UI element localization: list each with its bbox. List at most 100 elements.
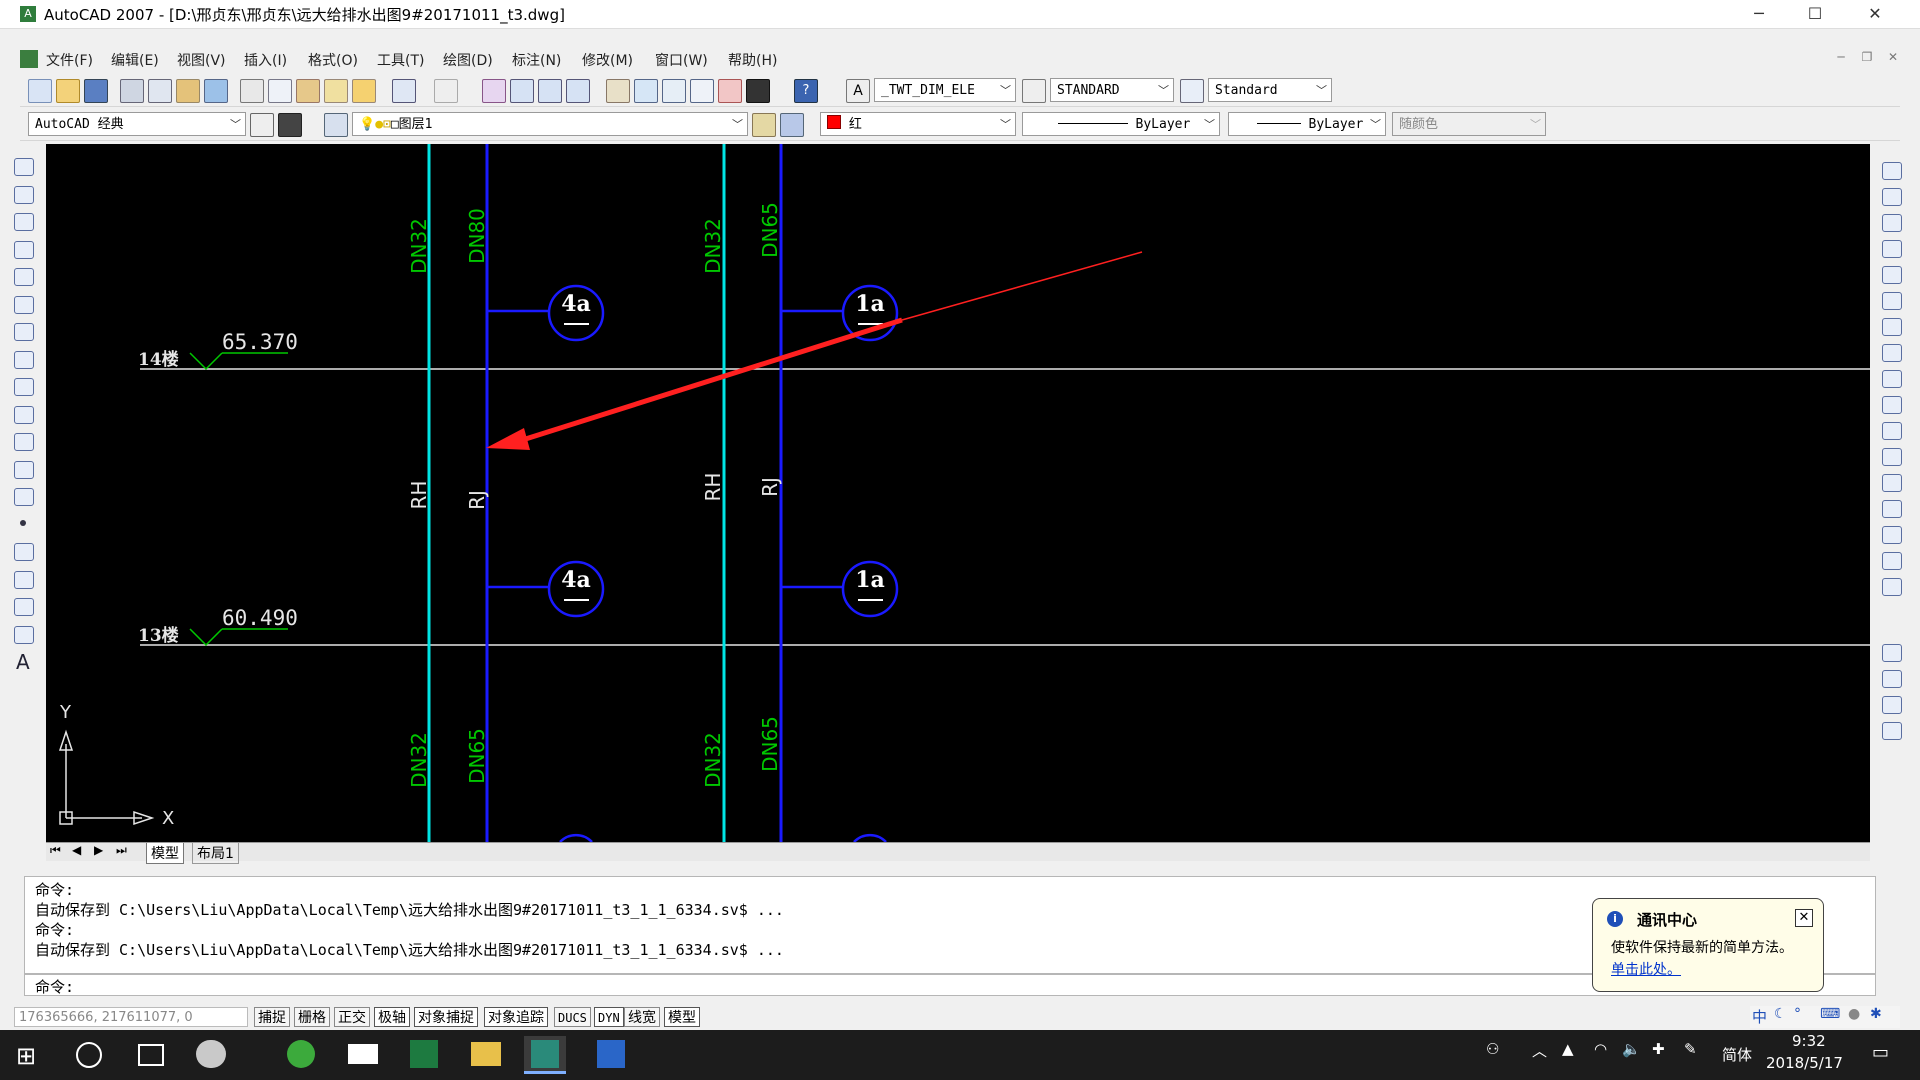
notification-icon[interactable]: ▭ (1872, 1042, 1889, 1063)
text-style-icon[interactable]: A (846, 79, 870, 103)
bring-above-icon[interactable] (1882, 696, 1902, 714)
layer-select[interactable]: 💡●⊡□图层1 ﹀ (352, 112, 748, 136)
design-center-icon[interactable] (634, 79, 658, 103)
send-under-icon[interactable] (1882, 722, 1902, 740)
menu-draw[interactable]: 绘图(D) (443, 50, 493, 70)
ortho-toggle[interactable]: 正交 (334, 1007, 370, 1027)
layer-manager-icon[interactable] (324, 113, 348, 137)
taskbar-autocad-active[interactable] (524, 1036, 566, 1074)
properties-icon[interactable] (606, 79, 630, 103)
offset-icon[interactable] (1882, 240, 1902, 258)
mirror-icon[interactable] (1882, 214, 1902, 232)
ime-halfwidth-icon[interactable]: ☾ (1774, 1006, 1787, 1022)
undo-icon[interactable] (392, 79, 416, 103)
copy-icon[interactable] (268, 79, 292, 103)
make-layer-current-icon[interactable] (752, 113, 776, 137)
ime-punctuation-icon[interactable]: ° (1794, 1006, 1801, 1022)
menu-view[interactable]: 视图(V) (177, 50, 226, 70)
otrack-toggle[interactable]: 对象追踪 (484, 1007, 548, 1027)
task-view-icon[interactable] (138, 1044, 164, 1066)
doc-minimize-button[interactable]: ─ (1830, 50, 1852, 68)
erase-icon[interactable] (1882, 162, 1902, 180)
extend-icon[interactable] (1882, 422, 1902, 440)
tray-overflow-icon[interactable]: ︿ (1532, 1040, 1547, 1061)
dim-style-icon[interactable] (1022, 79, 1046, 103)
zoom-realtime-icon[interactable] (510, 79, 534, 103)
balloon-link[interactable]: 单击此处。 (1611, 959, 1681, 979)
copy-object-icon[interactable] (1882, 188, 1902, 206)
gradient-icon[interactable] (14, 571, 34, 589)
menu-tools[interactable]: 工具(T) (377, 50, 424, 70)
ime-settings-icon[interactable]: ✱ (1870, 1006, 1882, 1022)
ime-mode[interactable]: 简体 (1722, 1044, 1752, 1065)
drawing-canvas[interactable]: 65.370 60.490 14楼 13楼 4a 1a 4a 1a DN32 D… (46, 144, 1870, 842)
plot-preview-icon[interactable] (148, 79, 172, 103)
table-style-icon[interactable] (1180, 79, 1204, 103)
cut-icon[interactable] (240, 79, 264, 103)
insert-block-icon[interactable] (14, 461, 34, 479)
taskbar-browser[interactable] (280, 1036, 322, 1074)
balloon-close-icon[interactable]: ✕ (1795, 909, 1813, 927)
match-properties-icon[interactable] (324, 79, 348, 103)
security-tray-icon[interactable]: ✚ (1652, 1040, 1665, 1058)
pinwheel-app-icon[interactable] (196, 1040, 226, 1068)
rectangle-icon[interactable] (14, 268, 34, 286)
tab-layout1[interactable]: 布局1 (192, 843, 239, 864)
clock-time[interactable]: 9:32 (1792, 1032, 1826, 1050)
menu-edit[interactable]: 编辑(E) (111, 50, 159, 70)
join-icon[interactable] (1882, 500, 1902, 518)
volume-muted-icon[interactable]: 🔈 (1622, 1040, 1641, 1058)
chamfer-icon[interactable] (1882, 526, 1902, 544)
construction-line-icon[interactable] (14, 186, 34, 204)
etransmit-icon[interactable] (204, 79, 228, 103)
menu-modify[interactable]: 修改(M) (582, 50, 633, 70)
make-block-icon[interactable] (14, 488, 34, 506)
dyn-toggle[interactable]: DYN (594, 1007, 624, 1027)
scale-icon[interactable] (1882, 344, 1902, 362)
new-icon[interactable] (28, 79, 52, 103)
menu-file[interactable]: 文件(F) (46, 50, 93, 70)
ellipse-icon[interactable] (14, 406, 34, 424)
tray-app-icon[interactable]: ▲ (1562, 1040, 1574, 1058)
arc-icon[interactable] (14, 296, 34, 314)
stretch-icon[interactable] (1882, 370, 1902, 388)
people-icon[interactable]: ⚇ (1486, 1040, 1499, 1058)
save-icon[interactable] (84, 79, 108, 103)
tool-palettes-icon[interactable] (662, 79, 686, 103)
explode-icon[interactable] (1882, 578, 1902, 596)
dim-style-select[interactable]: STANDARD ﹀ (1050, 78, 1174, 102)
paste-icon[interactable] (296, 79, 320, 103)
ime-keyboard-icon[interactable]: ⌨ (1820, 1006, 1840, 1022)
search-circle-icon[interactable] (76, 1042, 102, 1068)
array-icon[interactable] (1882, 266, 1902, 284)
taskbar-cad-viewer[interactable] (590, 1036, 632, 1074)
polygon-icon[interactable] (14, 241, 34, 259)
start-windows-icon[interactable]: ⊞ (16, 1042, 36, 1070)
tab-prev-icon[interactable]: ◀ (72, 843, 81, 857)
ducs-toggle[interactable]: DUCS (554, 1007, 591, 1027)
block-editor-icon[interactable] (352, 79, 376, 103)
workspace-save-icon[interactable] (278, 113, 302, 137)
sheet-set-icon[interactable] (690, 79, 714, 103)
multiline-text-icon[interactable]: A (16, 650, 30, 674)
trim-icon[interactable] (1882, 396, 1902, 414)
plot-icon[interactable] (120, 79, 144, 103)
minimize-button[interactable]: ─ (1736, 0, 1782, 28)
autocad-app-icon[interactable]: A (20, 6, 36, 22)
document-icon[interactable] (20, 50, 38, 68)
model-toggle[interactable]: 模型 (664, 1007, 700, 1027)
taskbar-mail[interactable] (342, 1036, 384, 1074)
point-icon[interactable] (20, 520, 26, 526)
tab-next-icon[interactable]: ▶ (94, 843, 103, 857)
tab-last-icon[interactable]: ⏭ (116, 843, 127, 858)
taskbar-excel[interactable] (403, 1036, 445, 1074)
coordinates-display[interactable]: 176365666, 217611077, 0 (14, 1007, 248, 1027)
rotate-icon[interactable] (1882, 318, 1902, 336)
doc-restore-button[interactable]: ❐ (1856, 50, 1878, 68)
taskbar-explorer[interactable] (465, 1036, 507, 1074)
calculator-icon[interactable] (746, 79, 770, 103)
draw-order-back-icon[interactable] (1882, 670, 1902, 688)
close-button[interactable]: ✕ (1852, 0, 1898, 28)
layer-previous-icon[interactable] (780, 113, 804, 137)
workspace-select[interactable]: AutoCAD 经典 ﹀ (28, 112, 246, 136)
